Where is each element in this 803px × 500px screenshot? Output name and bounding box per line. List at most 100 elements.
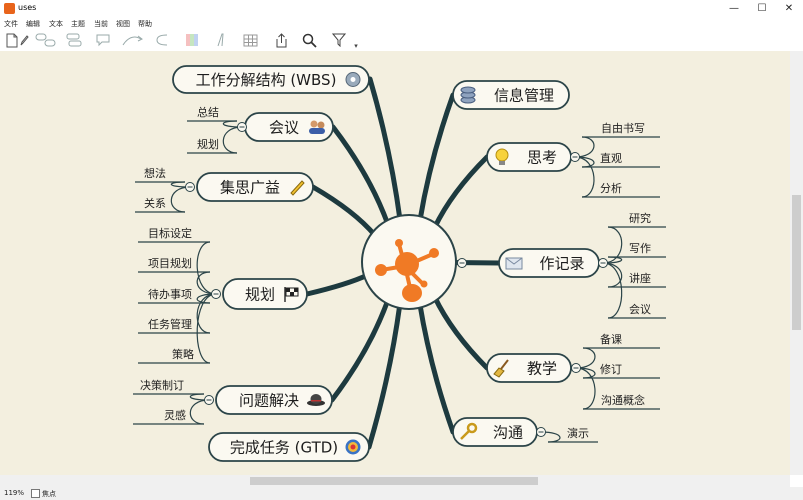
- color-icon[interactable]: [184, 32, 200, 48]
- menu-current[interactable]: 当前: [94, 19, 108, 29]
- database-icon: [460, 86, 476, 104]
- relationship-icon[interactable]: [120, 32, 148, 48]
- collapse-toggle-notes[interactable]: [457, 258, 467, 268]
- horizontal-scroll-thumb[interactable]: [250, 477, 538, 485]
- subtopic-label[interactable]: 演示: [567, 426, 589, 440]
- subtopic-label[interactable]: 研究: [629, 211, 651, 225]
- branch-line-problem: [329, 297, 391, 403]
- topic-meeting[interactable]: 总结规划 会议: [187, 105, 334, 154]
- menu-topic[interactable]: 主题: [71, 19, 85, 29]
- topic-label[interactable]: 信息管理: [494, 87, 554, 105]
- search-icon[interactable]: [300, 32, 318, 48]
- topic-teaching[interactable]: 备课修订沟通概念教学: [486, 332, 660, 410]
- topic-thinking[interactable]: 自由书写直观分析 思考: [486, 121, 660, 198]
- filter-icon[interactable]: [331, 32, 347, 48]
- subtopic-label[interactable]: 规划: [197, 137, 219, 151]
- collapse-toggle-communication[interactable]: [536, 427, 546, 437]
- focus-checkbox[interactable]: [31, 489, 40, 498]
- zoom-level[interactable]: 119%: [4, 489, 24, 497]
- topic-gtd[interactable]: 完成任务 (GTD): [208, 432, 370, 462]
- app-logo-icon: [4, 3, 15, 14]
- text-style-icon[interactable]: [214, 32, 228, 48]
- subtopic-label[interactable]: 目标设定: [148, 226, 192, 240]
- subtopic-label[interactable]: 自由书写: [601, 121, 645, 135]
- mindmap-svg: 工作分解结构 (WBS)总结规划会议想法关系集思广益目标设定项目规划待办事项任务…: [133, 65, 666, 462]
- subtopics-brainstorm: 想法关系: [135, 166, 191, 213]
- subtopics-problem: 决策制订灵感: [133, 378, 210, 425]
- subtopic-label[interactable]: 想法: [144, 166, 166, 180]
- collapse-toggle-teaching[interactable]: [571, 363, 581, 373]
- branch-line-meeting: [330, 124, 391, 228]
- callout-icon[interactable]: [94, 32, 112, 48]
- central-topic[interactable]: [361, 214, 457, 310]
- subtopic-label[interactable]: 灵感: [164, 409, 186, 422]
- subtopic-label[interactable]: 讲座: [629, 271, 651, 285]
- collapse-toggle-brainstorm[interactable]: [185, 182, 195, 192]
- topic-label[interactable]: 会议: [269, 119, 299, 137]
- subtopics-teaching: 备课修订沟通概念: [575, 332, 660, 410]
- close-button[interactable]: ✕: [775, 1, 803, 17]
- topic-label[interactable]: 完成任务 (GTD): [230, 439, 338, 457]
- topic-label[interactable]: 教学: [527, 360, 557, 378]
- boundary-icon[interactable]: [154, 32, 170, 48]
- table-icon[interactable]: [242, 32, 258, 48]
- topic-wbs[interactable]: 工作分解结构 (WBS): [172, 65, 370, 94]
- topic-label[interactable]: 规划: [245, 286, 275, 304]
- subtopic-label[interactable]: 修订: [600, 362, 622, 376]
- subtopic-label[interactable]: 备课: [600, 332, 622, 346]
- topic-label[interactable]: 集思广益: [220, 179, 280, 197]
- toolbar: ▾: [0, 29, 803, 52]
- maximize-button[interactable]: ☐: [748, 1, 776, 17]
- topic-label[interactable]: 工作分解结构 (WBS): [196, 71, 337, 89]
- status-bar: 119% 焦点: [0, 487, 803, 500]
- subtopics-communication: 演示: [540, 426, 598, 443]
- topic-label[interactable]: 沟通: [493, 424, 523, 442]
- subtopic-label[interactable]: 决策制订: [140, 378, 184, 392]
- menu-view[interactable]: 视图: [116, 19, 130, 29]
- subtopic-label[interactable]: 沟通概念: [601, 393, 645, 407]
- collapse-toggle-thinking[interactable]: [570, 152, 580, 162]
- topic-communication[interactable]: 演示 沟通: [452, 417, 598, 447]
- subtopic-label[interactable]: 项目规划: [148, 256, 192, 270]
- collapse-toggle-right-notes[interactable]: [598, 258, 608, 268]
- vertical-scroll-thumb[interactable]: [792, 195, 801, 330]
- subtopic-label[interactable]: 待办事项: [148, 287, 192, 301]
- subtopic-label[interactable]: 总结: [197, 105, 219, 119]
- topic-brainstorm[interactable]: 想法关系 集思广益: [135, 166, 314, 213]
- minimize-button[interactable]: —: [720, 1, 748, 17]
- branch-line-wbs: [367, 76, 403, 223]
- subtopic-icon[interactable]: [64, 32, 84, 48]
- export-icon[interactable]: [273, 32, 289, 48]
- menu-file[interactable]: 文件: [4, 19, 18, 29]
- subtopic-label[interactable]: 策略: [172, 347, 194, 361]
- target-icon: [345, 439, 361, 455]
- pencil-icon[interactable]: [19, 32, 29, 48]
- window-title: uses: [18, 3, 37, 12]
- topic-icon[interactable]: [34, 32, 58, 48]
- subtopic-label[interactable]: 分析: [600, 181, 622, 195]
- gear-icon: [345, 72, 361, 87]
- topic-planning[interactable]: 目标设定项目规划待办事项任务管理策略 规划: [138, 226, 308, 364]
- topic-label[interactable]: 作记录: [539, 255, 584, 273]
- topic-problem[interactable]: 决策制订灵感 问题解决: [133, 378, 333, 425]
- subtopic-label[interactable]: 直观: [600, 151, 622, 165]
- subtopic-label[interactable]: 写作: [629, 242, 651, 255]
- subtopic-label[interactable]: 任务管理: [148, 317, 192, 331]
- new-document-icon[interactable]: [5, 32, 19, 48]
- subtopics-notes: 研究写作讲座会议: [602, 211, 666, 319]
- branch-line-brainstorm: [310, 184, 378, 239]
- subtopic-label[interactable]: 会议: [629, 303, 651, 316]
- collapse-toggle-planning[interactable]: [211, 289, 221, 299]
- mindmap-canvas[interactable]: 工作分解结构 (WBS) 总结 规划 会议 想法 关系 集思广益 目标设定 项目规划 待办事项 任务…: [0, 51, 790, 475]
- subtopic-label[interactable]: 关系: [144, 196, 166, 210]
- topic-label[interactable]: 思考: [527, 149, 557, 167]
- branch-line-thinking: [432, 154, 490, 230]
- menu-text[interactable]: 文本: [49, 19, 63, 29]
- menu-help[interactable]: 帮助: [138, 19, 152, 29]
- branch-line-planning: [304, 272, 371, 297]
- collapse-toggle-meeting[interactable]: [237, 122, 247, 132]
- menu-edit[interactable]: 编辑: [26, 19, 40, 29]
- collapse-toggle-problem[interactable]: [204, 395, 214, 405]
- topic-label[interactable]: 问题解决: [239, 392, 299, 410]
- topic-info[interactable]: 信息管理: [452, 80, 570, 110]
